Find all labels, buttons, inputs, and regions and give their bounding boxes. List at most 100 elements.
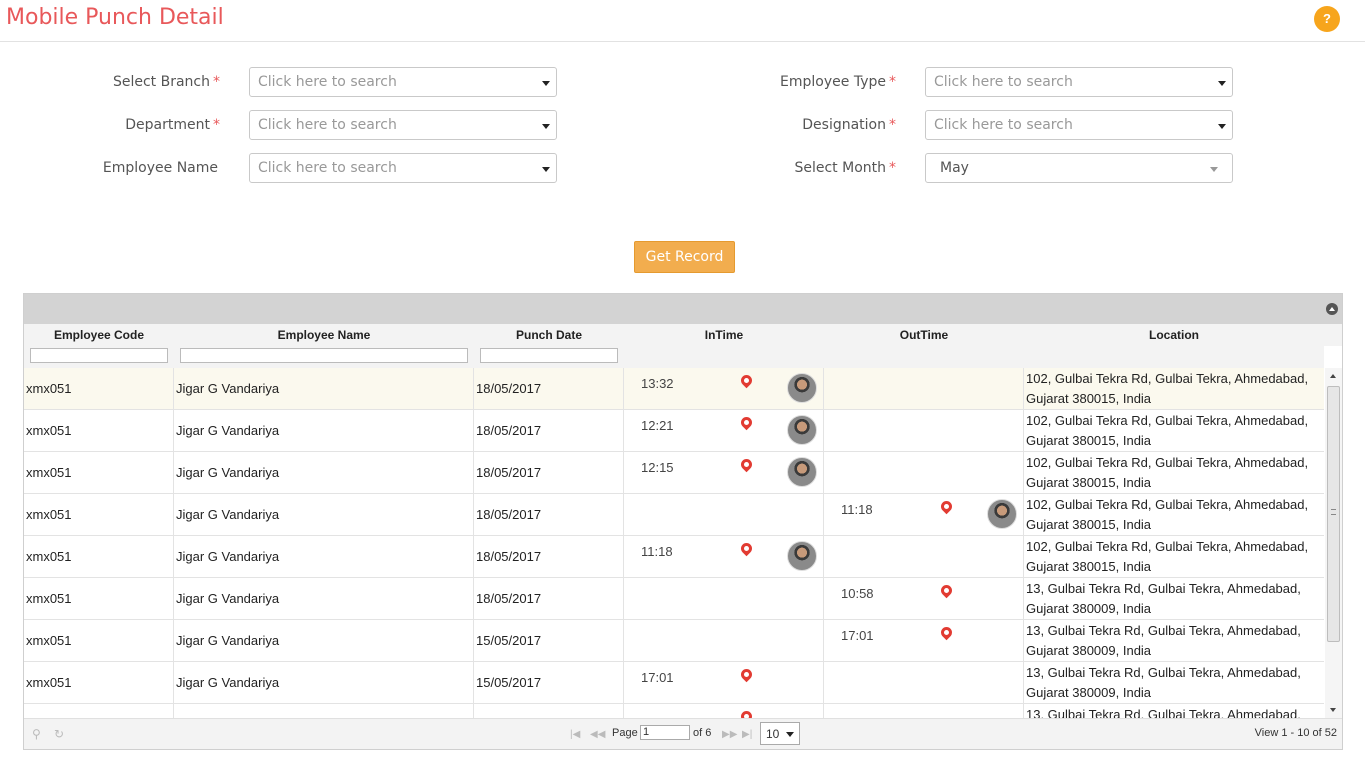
col-header-punch-date[interactable]: Punch Date bbox=[474, 324, 624, 346]
prev-page-icon[interactable]: ◀◀ bbox=[590, 729, 605, 740]
month-select[interactable]: May bbox=[925, 153, 1233, 183]
intime-cell: 11:18 bbox=[624, 536, 824, 578]
branch-label-text: Select Branch bbox=[112, 74, 210, 90]
table-row[interactable]: xmx051 Jigar G Vandariya 15/05/2017 17:01 13… bbox=[24, 620, 1324, 662]
location-text: 13, Gulbai Tekra Rd, Gulbai Tekra, Ahmed… bbox=[1026, 581, 1301, 616]
location-cell: 13, Gulbai Tekra Rd, Gulbai Tekra, Ahmed… bbox=[1024, 578, 1324, 620]
required-marker: * bbox=[889, 160, 896, 176]
map-pin-icon[interactable] bbox=[738, 666, 755, 683]
employee-type-select[interactable]: Click here to search bbox=[925, 67, 1233, 97]
branch-label: Select Branch * bbox=[60, 74, 220, 90]
col-header-intime[interactable]: InTime bbox=[624, 324, 824, 346]
punch-photo-avatar[interactable] bbox=[787, 415, 817, 445]
map-pin-icon[interactable] bbox=[738, 540, 755, 557]
employee-code: xmx051 bbox=[26, 549, 72, 564]
required-marker: * bbox=[213, 117, 220, 133]
month-label-text: Select Month bbox=[794, 160, 886, 176]
table-row[interactable]: xmx051 Jigar G Vandariya 18/05/2017 10:58 13… bbox=[24, 578, 1324, 620]
punch-photo-avatar[interactable] bbox=[787, 541, 817, 571]
employee-code: xmx051 bbox=[26, 675, 72, 690]
map-pin-icon[interactable] bbox=[938, 498, 955, 515]
grid-body: xmx051 Jigar G Vandariya 18/05/2017 13:32 10… bbox=[24, 368, 1324, 718]
col-header-outtime[interactable]: OutTime bbox=[824, 324, 1024, 346]
employee-name-cell: Jigar G Vandariya bbox=[174, 368, 474, 410]
punch-date: 18/05/2017 bbox=[476, 465, 542, 480]
employee-code: xmx051 bbox=[26, 381, 72, 396]
rows-per-page-select[interactable]: 10 bbox=[760, 722, 800, 745]
intime-value: 17:01 bbox=[641, 670, 674, 685]
chevron-down-icon bbox=[1218, 124, 1226, 129]
table-row[interactable]: 13, Gulbai Tekra Rd, Gulbai Tekra, Ahmed… bbox=[24, 704, 1324, 718]
refresh-icon[interactable]: ↻ bbox=[54, 727, 64, 741]
employee-name: Jigar G Vandariya bbox=[176, 507, 280, 522]
designation-select[interactable]: Click here to search bbox=[925, 110, 1233, 140]
punch-date: 18/05/2017 bbox=[476, 591, 542, 606]
employee-name-cell: Jigar G Vandariya bbox=[174, 620, 474, 662]
grip-icon bbox=[1331, 509, 1336, 515]
employee-name-select[interactable]: Click here to search bbox=[249, 153, 557, 183]
grid-scrollbar[interactable] bbox=[1325, 368, 1342, 718]
scroll-thumb[interactable] bbox=[1327, 386, 1340, 642]
filter-employee-code-input[interactable] bbox=[30, 348, 168, 363]
next-page-icon[interactable]: ▶▶ bbox=[722, 729, 737, 740]
employee-name-cell: Jigar G Vandariya bbox=[174, 452, 474, 494]
page-number-input[interactable]: 1 bbox=[640, 725, 690, 740]
punch-photo-avatar[interactable] bbox=[787, 373, 817, 403]
col-header-location[interactable]: Location bbox=[1024, 324, 1324, 346]
table-row[interactable]: xmx051 Jigar G Vandariya 15/05/2017 17:01 13… bbox=[24, 662, 1324, 704]
map-pin-icon[interactable] bbox=[938, 624, 955, 641]
intime-cell bbox=[624, 704, 824, 718]
branch-select[interactable]: Click here to search bbox=[249, 67, 557, 97]
punch-grid: Employee Code Employee Name Punch Date I… bbox=[23, 293, 1343, 750]
employee-name-cell bbox=[174, 704, 474, 718]
table-row[interactable]: xmx051 Jigar G Vandariya 18/05/2017 11:18 10… bbox=[24, 536, 1324, 578]
scroll-down-icon[interactable] bbox=[1330, 708, 1336, 712]
map-pin-icon[interactable] bbox=[938, 582, 955, 599]
punch-date-cell bbox=[474, 704, 624, 718]
filter-punch-date-input[interactable] bbox=[480, 348, 618, 363]
employee-code: xmx051 bbox=[26, 633, 72, 648]
grid-caption-bar bbox=[24, 294, 1342, 324]
last-page-icon[interactable]: ▶| bbox=[742, 729, 752, 740]
table-row[interactable]: xmx051 Jigar G Vandariya 18/05/2017 11:18 10… bbox=[24, 494, 1324, 536]
intime-cell: 12:21 bbox=[624, 410, 824, 452]
first-page-icon[interactable]: |◀ bbox=[570, 729, 580, 740]
location-text: 102, Gulbai Tekra Rd, Gulbai Tekra, Ahme… bbox=[1026, 371, 1309, 406]
table-row[interactable]: xmx051 Jigar G Vandariya 18/05/2017 12:21 10… bbox=[24, 410, 1324, 452]
get-record-button[interactable]: Get Record bbox=[634, 241, 735, 273]
designation-label: Designation * bbox=[736, 117, 896, 133]
outtime-value: 11:18 bbox=[841, 502, 873, 517]
header: Mobile Punch Detail ? bbox=[0, 0, 1365, 42]
employee-name: Jigar G Vandariya bbox=[176, 591, 280, 606]
employee-name: Jigar G Vandariya bbox=[176, 633, 280, 648]
employee-name-select-value: Click here to search bbox=[258, 160, 397, 176]
filter-employee-name-input[interactable] bbox=[180, 348, 468, 363]
department-select[interactable]: Click here to search bbox=[249, 110, 557, 140]
intime-value: 12:21 bbox=[641, 418, 674, 433]
page-label: Page bbox=[612, 727, 638, 739]
map-pin-icon[interactable] bbox=[738, 708, 755, 718]
location-text: 102, Gulbai Tekra Rd, Gulbai Tekra, Ahme… bbox=[1026, 539, 1309, 574]
employee-name: Jigar G Vandariya bbox=[176, 675, 280, 690]
punch-photo-avatar[interactable] bbox=[987, 499, 1017, 529]
grid-pager: ⚲ ↻ |◀ ◀◀ Page 1 of 6 ▶▶ ▶| 10 View 1 - … bbox=[24, 718, 1342, 749]
employee-code-cell: xmx051 bbox=[24, 662, 174, 704]
col-header-employee-code[interactable]: Employee Code bbox=[24, 324, 174, 346]
col-header-employee-name[interactable]: Employee Name bbox=[174, 324, 474, 346]
table-row[interactable]: xmx051 Jigar G Vandariya 18/05/2017 13:32 10… bbox=[24, 368, 1324, 410]
search-icon[interactable]: ⚲ bbox=[32, 727, 41, 741]
chevron-down-icon bbox=[542, 167, 550, 172]
employee-code-cell: xmx051 bbox=[24, 536, 174, 578]
table-row[interactable]: xmx051 Jigar G Vandariya 18/05/2017 12:15 10… bbox=[24, 452, 1324, 494]
map-pin-icon[interactable] bbox=[738, 414, 755, 431]
page-count-label: of 6 bbox=[693, 727, 712, 739]
scroll-up-icon[interactable] bbox=[1330, 374, 1336, 378]
collapse-icon[interactable] bbox=[1326, 303, 1338, 315]
help-button[interactable]: ? bbox=[1314, 6, 1340, 32]
outtime-cell bbox=[824, 452, 1024, 494]
punch-photo-avatar[interactable] bbox=[787, 457, 817, 487]
employee-code: xmx051 bbox=[26, 591, 72, 606]
map-pin-icon[interactable] bbox=[738, 456, 755, 473]
location-text: 102, Gulbai Tekra Rd, Gulbai Tekra, Ahme… bbox=[1026, 497, 1309, 532]
map-pin-icon[interactable] bbox=[738, 372, 755, 389]
